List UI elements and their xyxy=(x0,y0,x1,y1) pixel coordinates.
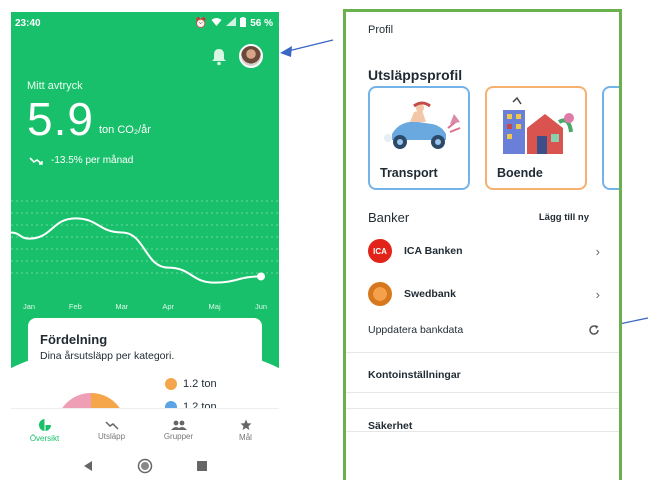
profile-screen: Profil Utsläppsprofil Transport Boende B… xyxy=(343,9,622,480)
screenshot-root: 23:40 ⏰ 56 % Mitt avtryck 5.9 ton CO₂/år xyxy=(0,0,650,480)
tile-transport[interactable]: Transport xyxy=(368,86,470,190)
bank-name: Swedbank xyxy=(404,288,456,300)
swedbank-logo-icon xyxy=(368,282,392,306)
add-bank-link[interactable]: Lägg till ny xyxy=(539,212,589,223)
emission-profile-title: Utsläppsprofil xyxy=(368,67,463,83)
divider xyxy=(346,431,619,432)
banks-title: Banker xyxy=(368,210,410,225)
chevron-right-icon: › xyxy=(595,286,600,302)
tile-partial[interactable] xyxy=(602,86,619,190)
ica-logo-icon: ICA xyxy=(368,239,392,263)
update-bankdata-row[interactable]: Uppdatera bankdata xyxy=(368,324,600,336)
tile-boende[interactable]: Boende xyxy=(485,86,587,190)
divider xyxy=(346,408,619,409)
tile-label: Transport xyxy=(380,166,438,180)
chevron-right-icon: › xyxy=(595,243,600,259)
account-settings-item[interactable]: Kontoinställningar xyxy=(368,369,461,381)
divider xyxy=(346,352,619,353)
tile-label: Boende xyxy=(497,166,543,180)
bank-row-ica[interactable]: ICA ICA Banken › xyxy=(368,238,600,264)
arrow-head-avatar xyxy=(280,46,292,57)
house-illustration xyxy=(503,96,574,154)
bank-name: ICA Banken xyxy=(404,245,463,257)
refresh-icon[interactable] xyxy=(588,324,600,336)
car-illustration xyxy=(384,101,461,149)
update-bankdata-label: Uppdatera bankdata xyxy=(368,324,464,336)
logo-text: ICA xyxy=(373,246,387,256)
divider xyxy=(346,392,619,393)
profile-title: Profil xyxy=(368,24,394,36)
bank-row-swedbank[interactable]: Swedbank › xyxy=(368,281,600,307)
